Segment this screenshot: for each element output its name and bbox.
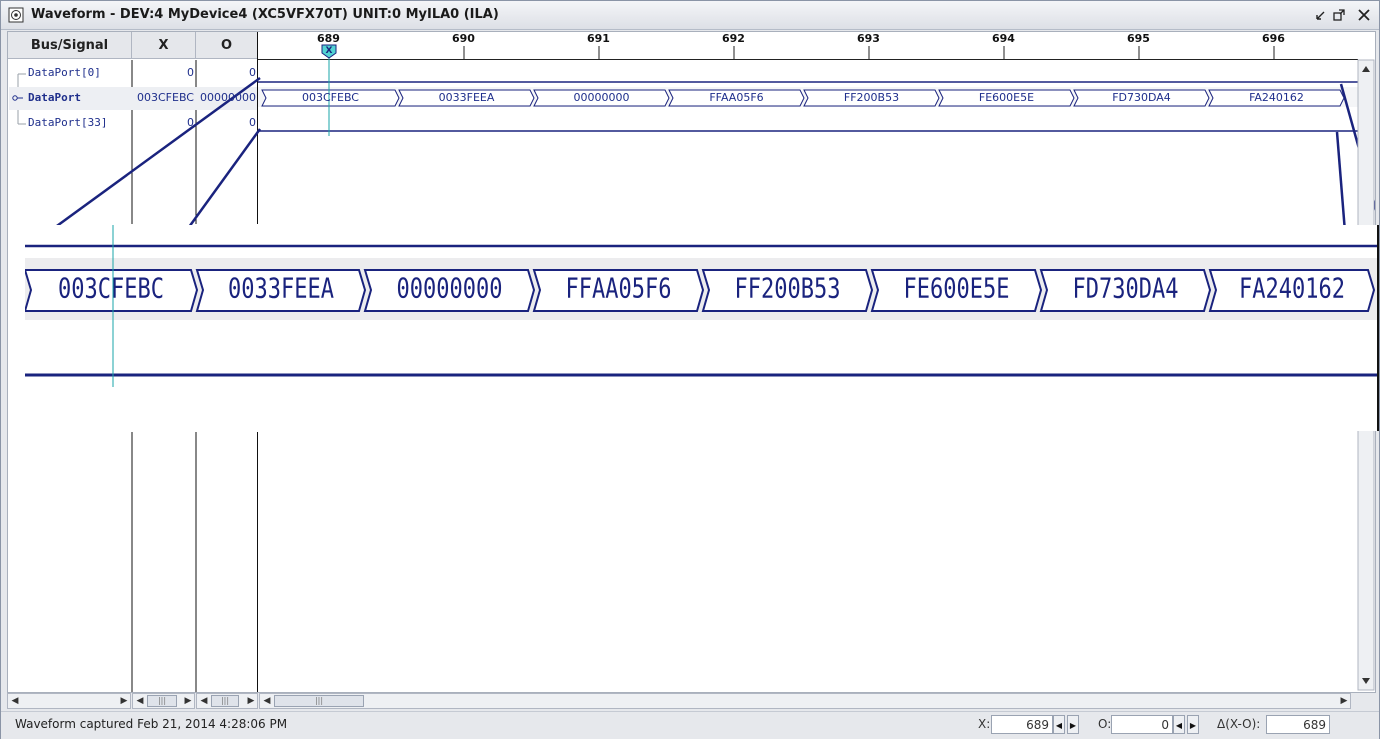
x-cursor-label: X: — [978, 717, 991, 731]
scroll-right-icon[interactable]: ▶ — [245, 694, 257, 708]
zoom-bus-value: 0033FEEA — [228, 273, 334, 306]
o-column-scrollbar[interactable]: ◀ ||| ▶ — [196, 693, 258, 709]
bus-expand-icon[interactable] — [12, 94, 24, 102]
o-cursor-label: O: — [1098, 717, 1112, 731]
title-bar: Waveform - DEV:4 MyDevice4 (XC5VFX70T) U… — [1, 1, 1379, 30]
scroll-left-icon[interactable]: ◀ — [134, 694, 146, 708]
scroll-left-icon[interactable]: ◀ — [261, 694, 273, 708]
scroll-right-icon[interactable]: ▶ — [182, 694, 194, 708]
status-bar: Waveform captured Feb 21, 2014 4:28:06 P… — [1, 711, 1379, 739]
signal-name-dataport-0[interactable]: DataPort[0] — [28, 66, 101, 79]
delta-label: Δ(X-O): — [1217, 717, 1261, 731]
zoom-bus-value: FF200B53 — [734, 273, 841, 306]
delta-field: 689 — [1266, 715, 1330, 734]
o-next-icon[interactable]: ▶ — [1187, 715, 1199, 734]
o-cursor-field[interactable]: 0 — [1111, 715, 1173, 734]
window-title: Waveform - DEV:4 MyDevice4 (XC5VFX70T) U… — [31, 7, 499, 22]
bus-value-label: FD730DA4 — [1112, 91, 1171, 104]
zoom-bus-value: 003CFEBC — [58, 273, 164, 306]
o-prev-icon[interactable]: ◀ — [1173, 715, 1185, 734]
signal-name-dataport-33[interactable]: DataPort[33] — [28, 116, 107, 129]
bus-value-label: FE600E5E — [978, 91, 1035, 104]
app-icon — [8, 7, 24, 23]
x-value-dataport: 003CFEBC — [137, 91, 194, 104]
signal-name-scrollbar[interactable]: ◀ ▶ — [7, 693, 131, 709]
scroll-left-icon[interactable]: ◀ — [9, 694, 21, 708]
ruler-ticks — [328, 46, 1275, 59]
minimize-icon[interactable] — [1314, 8, 1328, 22]
x-prev-icon[interactable]: ◀ — [1053, 715, 1065, 734]
zoom-callout: 003CFEBC 0033FEEA 00000000 FFAA05F6 FF20… — [25, 225, 1379, 431]
bus-value-label: 0033FEEA — [438, 91, 495, 104]
zoom-bus-value: FD730DA4 — [1072, 273, 1179, 306]
scroll-thumb[interactable]: ||| — [211, 695, 239, 707]
status-message: Waveform captured Feb 21, 2014 4:28:06 P… — [15, 717, 288, 731]
scroll-right-icon[interactable]: ▶ — [1338, 694, 1350, 708]
close-icon[interactable] — [1357, 8, 1371, 22]
bus-value-label: 003CFEBC — [302, 91, 359, 104]
scroll-right-icon[interactable]: ▶ — [118, 694, 130, 708]
maximize-icon[interactable] — [1332, 8, 1346, 22]
scroll-thumb[interactable]: ||| — [147, 695, 177, 707]
waveform-window: Waveform - DEV:4 MyDevice4 (XC5VFX70T) U… — [0, 0, 1380, 739]
zoom-bus-value: FE600E5E — [903, 273, 1010, 306]
zoom-bus-value: FA240162 — [1239, 273, 1345, 306]
o-value-dataport-33: 0 — [249, 116, 256, 129]
signal-name-dataport[interactable]: DataPort — [28, 91, 81, 104]
o-value-dataport: 00000000 — [200, 91, 256, 104]
scroll-thumb[interactable]: ||| — [274, 695, 364, 707]
x-next-icon[interactable]: ▶ — [1067, 715, 1079, 734]
scroll-left-icon[interactable]: ◀ — [198, 694, 210, 708]
zoom-bus-value: FFAA05F6 — [565, 273, 672, 306]
x-cursor-label: X — [326, 46, 333, 56]
waveform-scrollbar[interactable]: ◀ ||| ▶ — [259, 693, 1351, 709]
bus-value-label: 00000000 — [573, 91, 630, 104]
x-value-dataport-33: 0 — [187, 116, 194, 129]
bus-value-label: FFAA05F6 — [709, 91, 764, 104]
x-value-dataport-0: 0 — [187, 66, 194, 79]
x-cursor-field[interactable]: 689 — [991, 715, 1053, 734]
o-value-dataport-0: 0 — [249, 66, 256, 79]
x-column-scrollbar[interactable]: ◀ ||| ▶ — [132, 693, 195, 709]
bus-value-label: FA240162 — [1249, 91, 1304, 104]
zoom-waveform — [25, 225, 1379, 431]
bus-value-label: FF200B53 — [843, 91, 900, 104]
zoom-bus-value: 00000000 — [396, 273, 503, 306]
